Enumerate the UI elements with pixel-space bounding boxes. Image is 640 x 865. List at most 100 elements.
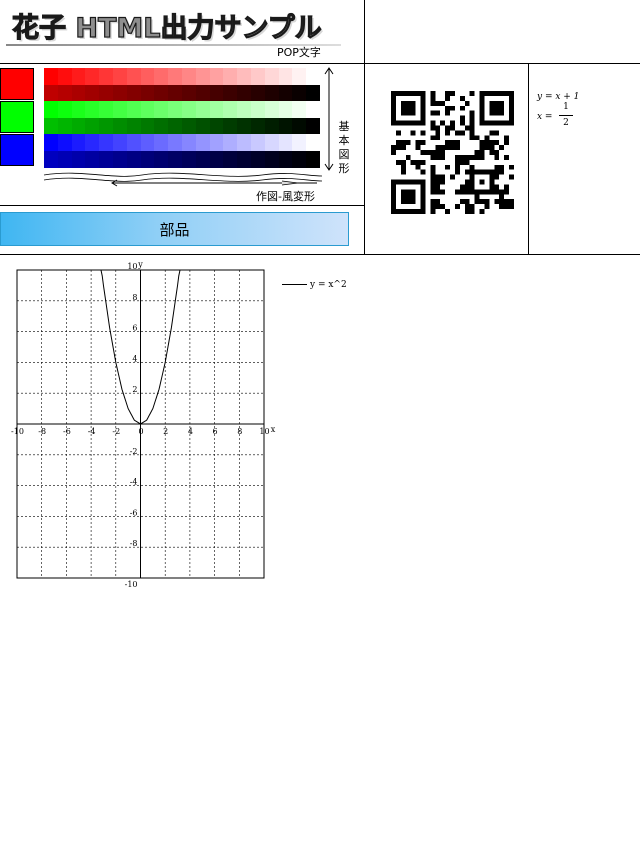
pop-title: 花子 HTML出力サンプル <box>11 12 322 44</box>
qr-module <box>450 145 455 151</box>
qr-module <box>484 169 490 175</box>
qr-module <box>430 95 436 101</box>
qr-module <box>445 130 451 136</box>
qr-module <box>430 110 436 116</box>
gradient-cell <box>264 151 279 168</box>
qr-module <box>509 115 514 121</box>
gradient-cell <box>181 85 196 102</box>
qr-module <box>499 110 505 116</box>
qr-module <box>410 91 416 96</box>
qr-module <box>479 115 485 121</box>
qr-module <box>479 189 485 195</box>
qr-module <box>499 194 505 200</box>
gradient-cell <box>181 68 196 85</box>
qr-module <box>400 199 406 205</box>
qr-module <box>464 169 470 175</box>
qr-module <box>395 179 401 185</box>
qr-module <box>479 105 485 111</box>
qr-module <box>469 174 475 180</box>
qr-module <box>489 140 495 146</box>
gradient-cell <box>126 101 141 118</box>
gradient-cell <box>168 85 182 102</box>
qr-module <box>420 95 426 101</box>
gradient-cell <box>306 85 320 102</box>
gradient-cell <box>264 134 279 151</box>
qr-module <box>430 199 436 205</box>
qr-module <box>484 140 490 146</box>
qr-module <box>484 91 490 96</box>
qr-module <box>499 100 505 106</box>
panel-divider <box>0 205 364 206</box>
qr-module <box>405 199 411 205</box>
qr-module <box>484 145 490 151</box>
qr-module <box>445 110 451 116</box>
parts-button[interactable]: 部品 <box>0 212 349 246</box>
gradient-cell <box>112 101 127 118</box>
y-tick-label: -8 <box>130 539 138 548</box>
qr-module <box>499 204 505 210</box>
gradient-cell <box>195 101 210 118</box>
gradient-cell <box>237 101 251 118</box>
qr-module <box>469 209 475 214</box>
qr-module <box>469 184 475 190</box>
fraction-numerator: 1 <box>563 102 569 112</box>
gradient-cell <box>223 151 238 168</box>
qr-module <box>474 194 480 200</box>
qr-module <box>494 130 500 136</box>
qr-module <box>440 179 446 185</box>
gradient-cell <box>223 85 238 102</box>
panel-divider <box>0 63 640 64</box>
qr-module <box>469 110 475 116</box>
gradient-cell <box>154 68 169 85</box>
formula-line-2-lhs: x = <box>537 112 553 122</box>
gradient-cell <box>57 118 72 135</box>
gradient-cell <box>278 134 293 151</box>
gradient-cell <box>250 101 265 118</box>
qr-module <box>474 150 480 155</box>
double-arrow-icon <box>324 67 334 171</box>
qr-module <box>445 95 451 101</box>
qr-module <box>391 100 396 106</box>
qr-module <box>474 169 480 175</box>
qr-module <box>489 130 495 136</box>
gradient-cell <box>126 68 141 85</box>
qr-module <box>435 100 441 106</box>
y-tick-label: 10 <box>127 262 137 271</box>
qr-module <box>420 100 426 106</box>
gradient-cell <box>99 134 113 151</box>
qr-module <box>435 145 441 151</box>
qr-module <box>474 199 480 205</box>
gradient-cell <box>99 118 113 135</box>
qr-module <box>469 125 475 131</box>
qr-module <box>479 91 485 96</box>
qr-module <box>504 120 510 126</box>
gradient-cell <box>250 151 265 168</box>
qr-module <box>395 159 401 165</box>
y-tick-label: -10 <box>125 580 138 589</box>
gradient-cell <box>71 68 86 85</box>
qr-module <box>405 179 411 185</box>
gradient-cell <box>71 118 86 135</box>
qr-module <box>509 105 514 111</box>
qr-module <box>430 150 436 155</box>
qr-module <box>410 199 416 205</box>
qr-module <box>400 105 406 111</box>
gradient-cell <box>306 101 320 118</box>
qr-module <box>400 145 406 151</box>
qr-module <box>489 179 495 185</box>
x-tick-label: -2 <box>112 427 120 436</box>
gradient-cell <box>71 85 86 102</box>
gradient-cell <box>71 151 86 168</box>
qr-module <box>391 189 396 195</box>
y-tick-label: -2 <box>130 447 138 456</box>
qr-module <box>454 189 460 195</box>
qr-module <box>509 110 514 116</box>
qr-module <box>405 105 411 111</box>
qr-module <box>391 110 396 116</box>
qr-module <box>430 189 436 195</box>
gradient-cell <box>85 134 100 151</box>
qr-module <box>391 204 396 210</box>
gradient-cell <box>181 134 196 151</box>
qr-module <box>489 145 495 151</box>
qr-module <box>430 209 436 214</box>
